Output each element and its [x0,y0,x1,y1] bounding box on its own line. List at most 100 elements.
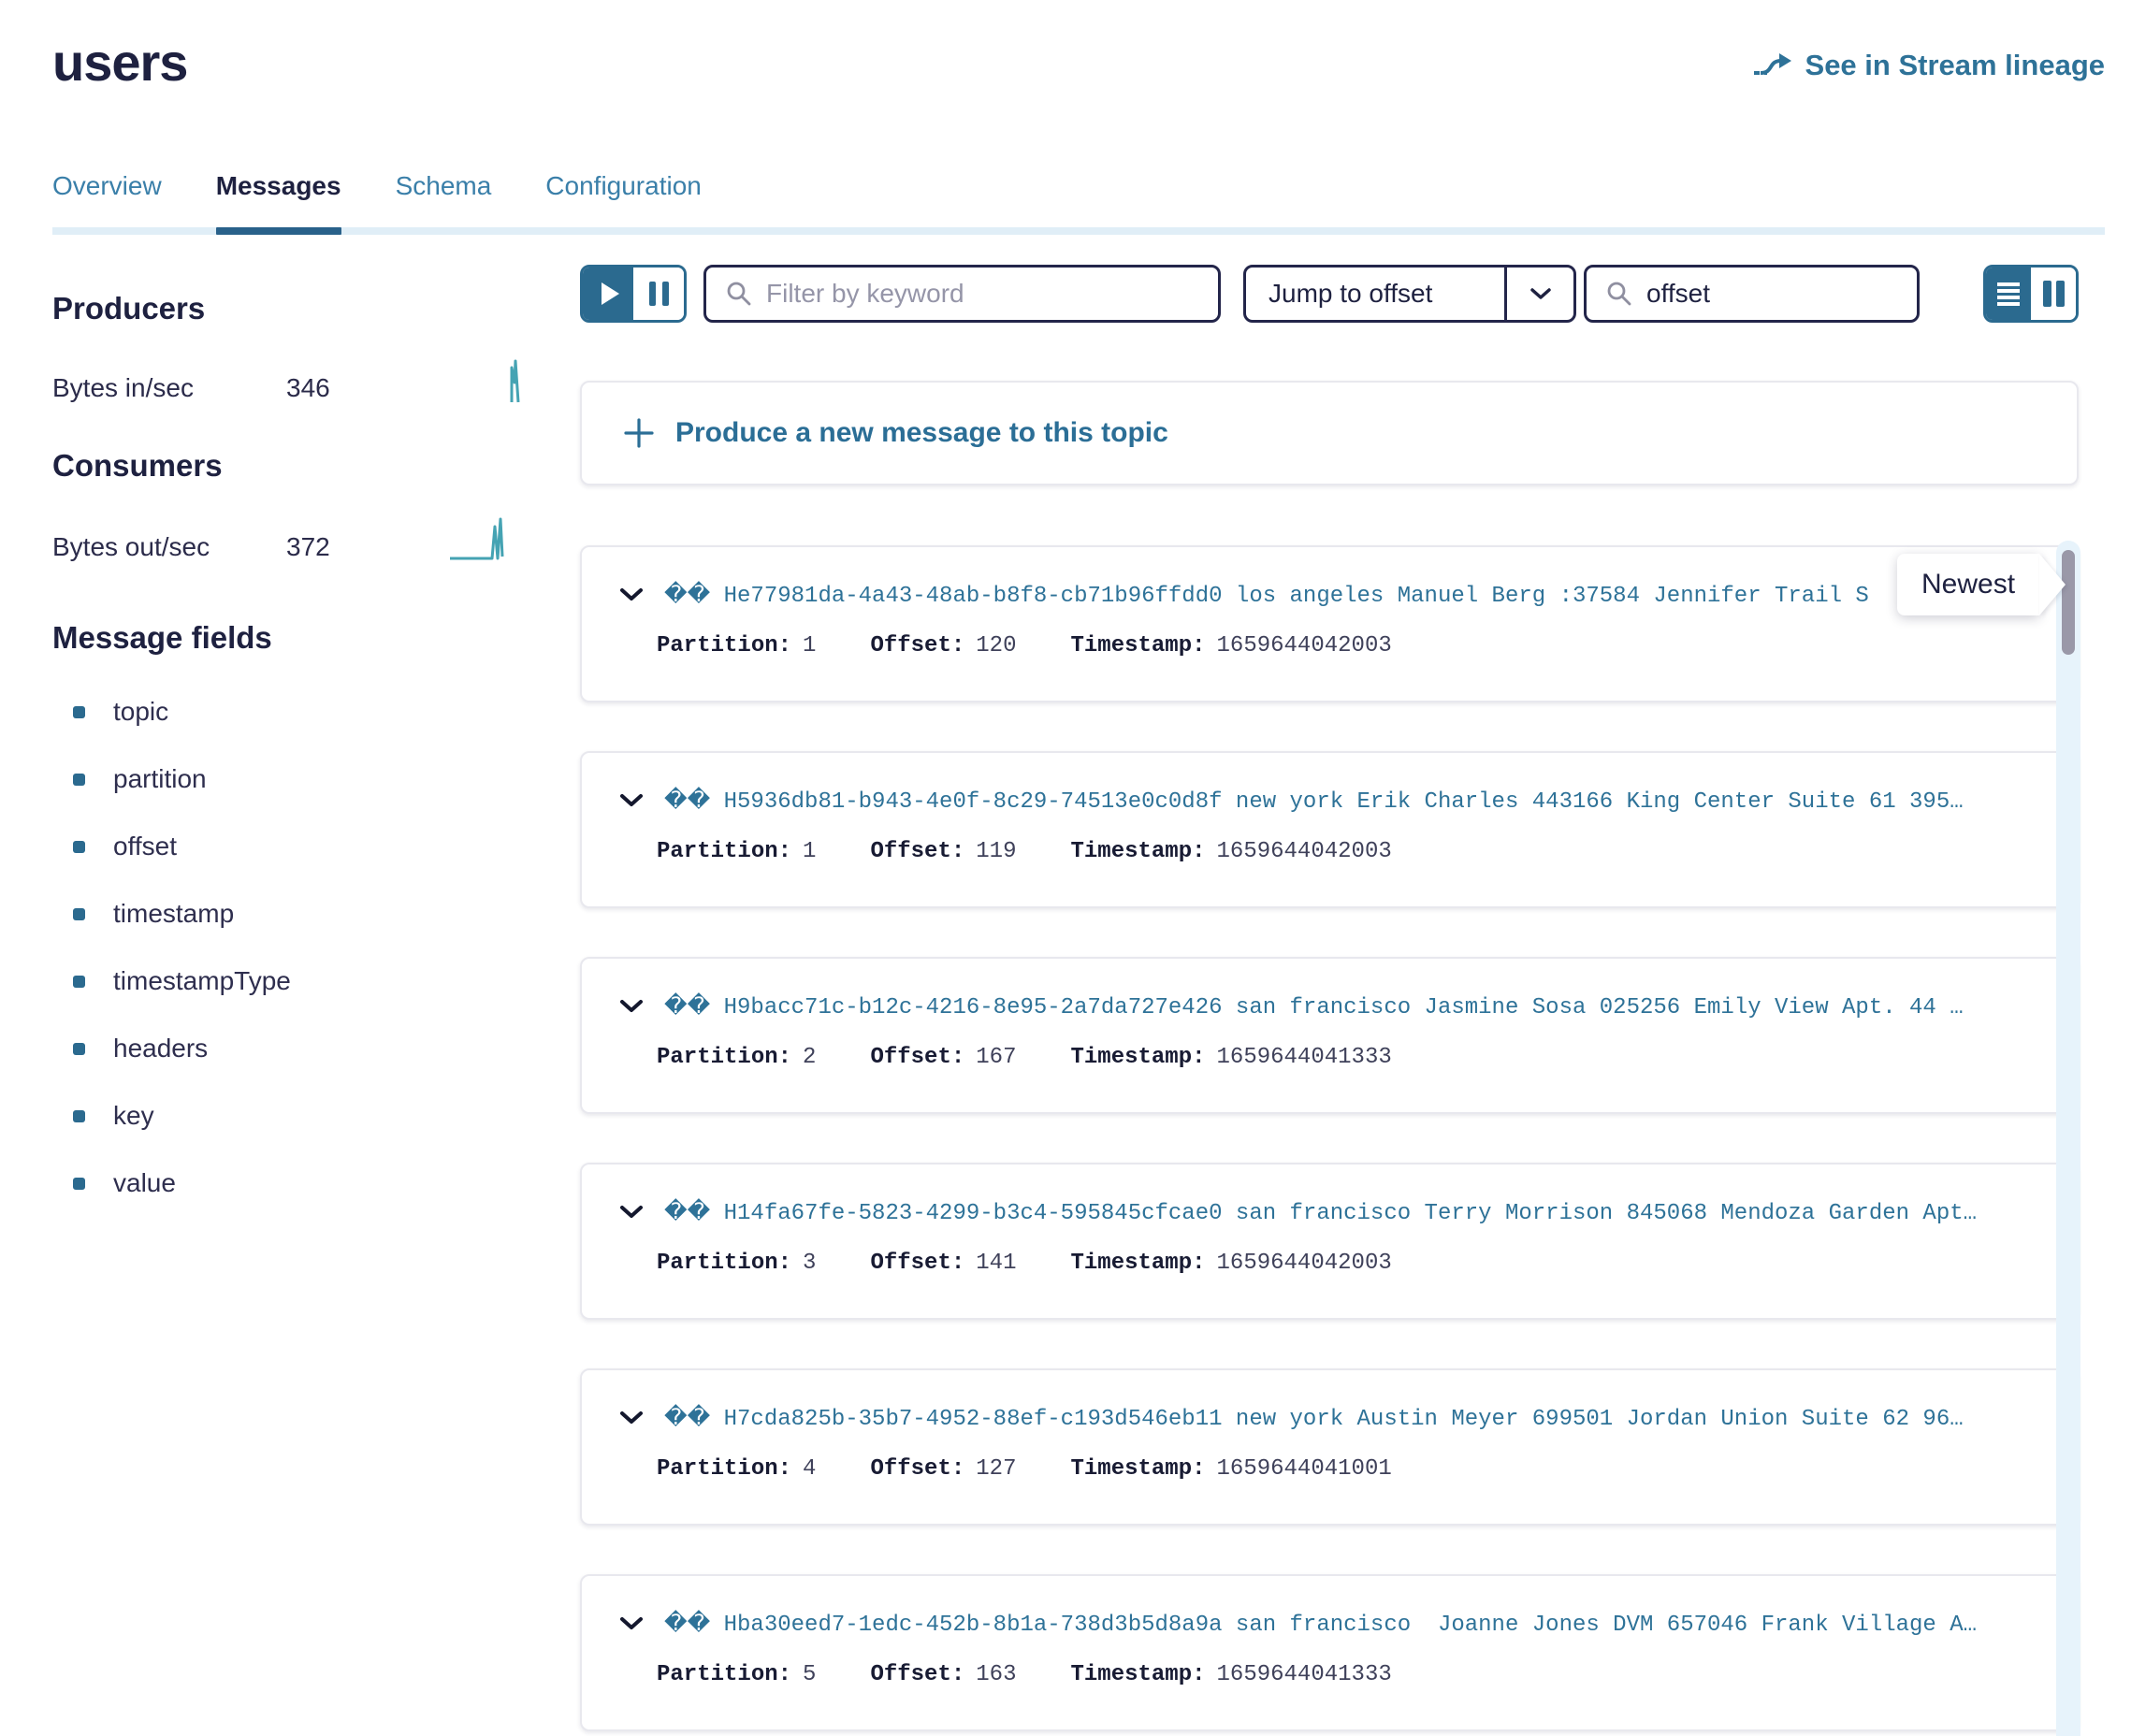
message-key: �� H5936db81-b943-4e0f-8c29-74513e0c0d8f… [664,787,1964,815]
bullet-icon [73,908,85,920]
offset-value: 167 [976,1045,1016,1070]
offset-label: Offset: [870,1251,964,1276]
timestamp-label: Timestamp: [1070,1456,1205,1482]
bytes-in-metric: Bytes in/sec 346 [52,358,528,403]
stream-lineage-link[interactable]: See in Stream lineage [1751,49,2105,82]
produce-message-label: Produce a new message to this topic [675,417,1168,449]
chevron-down-icon [619,587,644,602]
offset-value: 141 [976,1251,1016,1276]
message-meta: Partition:3 Offset:141 Timestamp:1659644… [619,1251,2049,1276]
chevron-down-icon [619,1410,644,1425]
play-icon [602,282,619,305]
timestamp-value: 1659644042003 [1217,1251,1392,1276]
chevron-down-icon [619,999,644,1014]
offset-value: 163 [976,1662,1016,1687]
field-item-topic: topic [73,697,528,727]
timestamp-label: Timestamp: [1070,633,1205,658]
jump-to-offset-select[interactable]: Jump to offset [1243,265,1576,323]
partition-value: 5 [803,1662,816,1687]
keyword-filter-field [703,265,1221,323]
tab-overview[interactable]: Overview [52,171,162,227]
message-row-header[interactable]: �� H5936db81-b943-4e0f-8c29-74513e0c0d8f… [619,787,2049,815]
keyword-filter-input[interactable] [766,279,1199,309]
page-header: users See in Stream lineage [52,32,2105,93]
produce-message-button[interactable]: Produce a new message to this topic [580,381,2079,485]
message-row: �� He77981da-4a43-48ab-b8f8-cb71b96ffdd0… [580,545,2079,702]
timestamp-value: 1659644042003 [1217,839,1392,864]
offset-label: Offset: [870,839,964,864]
offset-search-input[interactable] [1646,279,1898,309]
newest-tooltip: Newest [1897,554,2039,615]
partition-label: Partition: [657,1251,791,1276]
offset-value: 127 [976,1456,1016,1482]
field-item-partition: partition [73,764,528,794]
producers-heading: Producers [52,291,528,326]
field-label: offset [113,832,177,861]
offset-label: Offset: [870,633,964,658]
messages-toolbar: Jump to offset [580,263,2079,325]
bullet-icon [73,774,85,786]
timestamp-value: 1659644041001 [1217,1456,1392,1482]
pause-icon [649,282,656,306]
tab-schema[interactable]: Schema [396,171,492,227]
bytes-out-value: 372 [286,532,330,562]
play-pause-group [580,265,687,323]
timestamp-value: 1659644042003 [1217,633,1392,658]
chevron-down-icon [1504,268,1573,320]
message-row: �� H5936db81-b943-4e0f-8c29-74513e0c0d8f… [580,751,2079,908]
field-label: timestampType [113,966,291,996]
bytes-in-sparkline [503,358,528,403]
message-key: �� He77981da-4a43-48ab-b8f8-cb71b96ffdd0… [664,581,1869,609]
play-button[interactable] [583,268,633,320]
message-row-header[interactable]: �� H14fa67fe-5823-4299-b3c4-595845cfcae0… [619,1198,2049,1226]
stream-lineage-label: See in Stream lineage [1805,49,2105,82]
topic-page: users See in Stream lineage Overview Mes… [0,0,2131,1736]
tab-messages[interactable]: Messages [216,171,341,227]
message-row-header[interactable]: �� Hba30eed7-1edc-452b-8b1a-738d3b5d8a9a… [619,1610,2049,1638]
bullet-icon [73,841,85,853]
list-view-button[interactable] [1986,268,2031,320]
field-label: headers [113,1034,208,1063]
messages-panel: Jump to offset [580,263,2079,1736]
field-label: key [113,1101,154,1131]
timestamp-label: Timestamp: [1070,839,1205,864]
timestamp-label: Timestamp: [1070,1251,1205,1276]
field-item-offset: offset [73,832,528,861]
message-fields-list: topic partition offset timestamp timesta… [52,697,528,1198]
offset-label: Offset: [870,1045,964,1070]
timestamp-value: 1659644041333 [1217,1662,1392,1687]
partition-value: 1 [803,633,816,658]
field-item-headers: headers [73,1034,528,1063]
bullet-icon [73,1110,85,1122]
tab-underline-track [52,227,2105,235]
message-key: �� H9bacc71c-b12c-4216-8e95-2a7da727e426… [664,992,1964,1020]
field-item-timestampType: timestampType [73,966,528,996]
field-label: value [113,1168,176,1198]
message-row-header[interactable]: �� He77981da-4a43-48ab-b8f8-cb71b96ffdd0… [619,581,2049,609]
partition-value: 1 [803,839,816,864]
partition-value: 4 [803,1456,816,1482]
offset-value: 120 [976,633,1016,658]
message-row: �� H9bacc71c-b12c-4216-8e95-2a7da727e426… [580,957,2079,1114]
bytes-in-label: Bytes in/sec [52,373,286,403]
pause-button[interactable] [633,268,684,320]
offset-label: Offset: [870,1662,964,1687]
bullet-icon [73,706,85,718]
message-row-header[interactable]: �� H9bacc71c-b12c-4216-8e95-2a7da727e426… [619,992,2049,1020]
column-view-button[interactable] [2031,268,2076,320]
message-row: �� H7cda825b-35b7-4952-88ef-c193d546eb11… [580,1368,2079,1526]
message-meta: Partition:1 Offset:119 Timestamp:1659644… [619,839,2049,864]
bullet-icon [73,1178,85,1190]
message-meta: Partition:4 Offset:127 Timestamp:1659644… [619,1456,2049,1482]
list-view-icon [1996,281,2021,307]
search-icon [725,280,753,308]
metrics-sidebar: Producers Bytes in/sec 346 Consumers Byt… [52,263,528,1736]
message-row-header[interactable]: �� H7cda825b-35b7-4952-88ef-c193d546eb11… [619,1404,2049,1432]
field-item-key: key [73,1101,528,1131]
timestamp-label: Timestamp: [1070,1662,1205,1687]
message-row: �� Hba30eed7-1edc-452b-8b1a-738d3b5d8a9a… [580,1574,2079,1731]
tab-configuration[interactable]: Configuration [545,171,702,227]
scrollbar-track[interactable] [2056,541,2080,1736]
partition-label: Partition: [657,1662,791,1687]
bullet-icon [73,976,85,988]
